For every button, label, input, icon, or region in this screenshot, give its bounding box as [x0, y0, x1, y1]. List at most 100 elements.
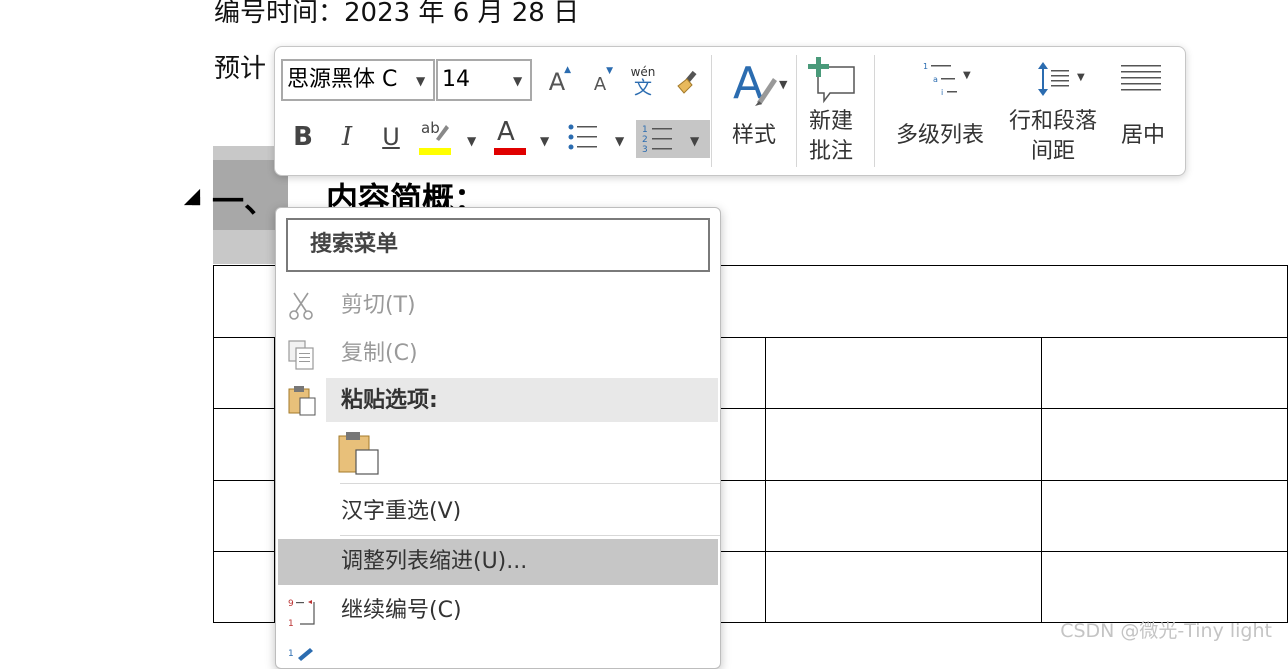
- table-cell[interactable]: [765, 408, 1042, 481]
- bullets-icon: [568, 124, 597, 150]
- multilevel-list-label: 多级列表: [895, 123, 984, 148]
- mini-toolbar: 思源黑体 C ▼ 14 ▼ A ▲ A ▼ wén 文 B I U ab ▼ A…: [274, 46, 1186, 176]
- menu-search-input[interactable]: 搜索菜单: [286, 218, 710, 272]
- table-cell[interactable]: [213, 480, 275, 552]
- clipboard-icon: [288, 386, 316, 416]
- center-align-icon: [1121, 65, 1161, 91]
- menu-item-label: 调整列表缩进(U)...: [341, 549, 528, 574]
- menu-item-reconversion[interactable]: 汉字重选(V): [276, 489, 720, 535]
- line-spacing-button[interactable]: ▼: [1027, 59, 1095, 99]
- table-cell[interactable]: [1040, 337, 1288, 409]
- document-text-line: 编号时间：2023 年 6 月 28 日: [214, 0, 580, 28]
- table-cell[interactable]: [213, 337, 275, 409]
- font-color-bar: [494, 148, 526, 155]
- menu-section-paste-options: 粘贴选项:: [276, 378, 720, 424]
- multilevel-list-icon: 1 a i ▼: [923, 62, 971, 97]
- phonetic-guide-pinyin: wén: [630, 64, 656, 79]
- new-comment-button[interactable]: [801, 53, 861, 107]
- highlighter-pen-icon: [436, 125, 449, 141]
- table-cell[interactable]: [765, 337, 1042, 409]
- document-text-line-2: 预计: [214, 54, 267, 84]
- format-painter-button[interactable]: [671, 65, 705, 99]
- center-align-button[interactable]: [1115, 61, 1167, 97]
- svg-text:1: 1: [288, 649, 294, 659]
- highlight-color-bar: [419, 148, 451, 155]
- menu-item-cut[interactable]: 剪切(T): [276, 283, 720, 329]
- font-name-value: 思源黑体 C: [287, 67, 398, 92]
- paste-keep-source-formatting-button[interactable]: [336, 430, 384, 478]
- underline-button[interactable]: U: [375, 119, 407, 155]
- menu-item-copy[interactable]: 复制(C): [276, 331, 720, 377]
- menu-item-label: 复制(C): [341, 341, 418, 366]
- toolbar-separator: [874, 55, 875, 167]
- numbering-button[interactable]: 1 2 3 ▼: [636, 120, 710, 158]
- svg-text:1: 1: [288, 619, 294, 628]
- svg-text:1: 1: [642, 125, 648, 135]
- format-painter-icon: [677, 70, 697, 94]
- collapse-heading-icon[interactable]: [183, 188, 201, 206]
- set-numbering-value-icon: 1: [288, 648, 313, 661]
- svg-text:a: a: [933, 75, 938, 84]
- font-name-combobox[interactable]: 思源黑体 C: [281, 59, 435, 101]
- menu-item-partial[interactable]: 1: [276, 636, 720, 668]
- svg-text:▼: ▼: [1077, 72, 1085, 83]
- watermark: CSDN @微光-Tiny light: [1060, 620, 1272, 642]
- styles-button[interactable]: A ▼: [723, 53, 795, 113]
- svg-text:2: 2: [642, 135, 648, 145]
- font-color-dropdown-icon[interactable]: ▼: [540, 134, 549, 148]
- font-color-icon: A: [497, 117, 515, 147]
- svg-text:i: i: [941, 88, 943, 97]
- menu-item-label: 继续编号(C): [341, 598, 462, 623]
- table-cell[interactable]: [1040, 408, 1288, 481]
- new-comment-label-line2: 批注: [808, 139, 853, 164]
- context-menu: 搜索菜单 剪切(T) 复制(C) 粘贴选项: 汉字重选(V) 调整列表缩进(U)…: [275, 207, 721, 669]
- highlight-dropdown-icon[interactable]: ▼: [467, 134, 476, 148]
- svg-text:1: 1: [923, 62, 928, 71]
- grow-font-icon: A: [548, 68, 566, 96]
- phonetic-guide-icon: 文: [634, 77, 652, 99]
- toolbar-separator: [711, 55, 712, 167]
- center-align-label: 居中: [1120, 123, 1165, 148]
- shrink-font-button[interactable]: A ▼: [585, 66, 615, 99]
- multilevel-list-button[interactable]: 1 a i ▼: [911, 59, 979, 99]
- phonetic-guide-button[interactable]: wén 文: [625, 63, 661, 101]
- table-cell[interactable]: [213, 551, 275, 623]
- svg-text:▼: ▼: [779, 78, 788, 91]
- menu-separator: [340, 483, 720, 484]
- grow-font-button[interactable]: A ▲: [541, 65, 573, 99]
- menu-item-continue-numbering[interactable]: 9 1 继续编号(C): [276, 588, 720, 634]
- table-cell[interactable]: [1040, 480, 1288, 552]
- underline-icon: U: [382, 123, 400, 151]
- numbering-dropdown-icon[interactable]: ▼: [690, 134, 699, 148]
- menu-separator: [340, 535, 720, 536]
- table-cell[interactable]: [765, 551, 1042, 623]
- bullets-button[interactable]: [565, 119, 601, 155]
- toolbar-separator: [796, 55, 797, 167]
- italic-button[interactable]: I: [331, 119, 363, 155]
- numbering-icon: 1 2 3: [642, 125, 672, 154]
- svg-text:▼: ▼: [963, 70, 971, 81]
- font-name-dropdown-icon[interactable]: ▼: [416, 74, 425, 88]
- bold-button[interactable]: B: [287, 119, 319, 155]
- new-comment-label-line1: 新建: [808, 109, 853, 134]
- line-spacing-label-line2: 间距: [1030, 139, 1075, 164]
- font-color-button[interactable]: A: [491, 117, 527, 157]
- continue-numbering-icon: 9 1: [288, 599, 315, 628]
- new-comment-icon: [808, 57, 855, 104]
- styles-icon: A ▼: [733, 58, 788, 109]
- table-cell[interactable]: [765, 480, 1042, 552]
- paste-icon: [338, 432, 379, 475]
- line-spacing-label-line1: 行和段落: [1008, 109, 1097, 134]
- font-size-dropdown-icon[interactable]: ▼: [513, 74, 522, 88]
- table-cell[interactable]: [1040, 551, 1288, 623]
- menu-item-adjust-list-indents[interactable]: 调整列表缩进(U)...: [278, 539, 718, 585]
- styles-label: 样式: [731, 123, 776, 148]
- bullets-dropdown-icon[interactable]: ▼: [615, 134, 624, 148]
- copy-icon: [288, 340, 314, 370]
- table-cell[interactable]: [213, 408, 275, 481]
- highlight-button[interactable]: ab: [417, 117, 457, 157]
- heading-number[interactable]: 一、: [212, 176, 276, 222]
- menu-item-label: 汉字重选(V): [341, 499, 462, 524]
- menu-item-label: 剪切(T): [341, 293, 416, 318]
- scissors-icon: [289, 292, 313, 320]
